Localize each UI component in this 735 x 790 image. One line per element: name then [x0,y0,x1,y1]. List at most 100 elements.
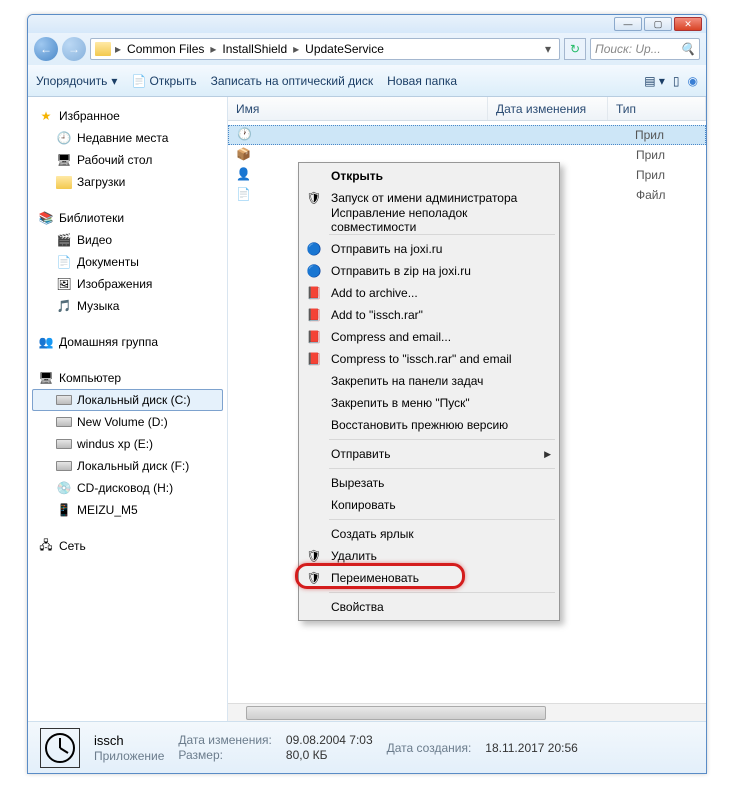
sidebar-item[interactable]: 🎵Музыка [32,295,223,317]
sidebar-item-drive-c[interactable]: Локальный диск (C:) [32,389,223,411]
computer-icon: 🖥 [38,370,54,386]
column-name[interactable]: Имя [228,97,488,120]
menu-item-label: Закрепить в меню "Пуск" [331,396,470,410]
computer-group[interactable]: 🖥Компьютер [32,367,223,389]
breadcrumb[interactable]: InstallShield [220,42,289,56]
app-icon: 📦 [236,147,252,163]
organize-menu[interactable]: Упорядочить ▾ [36,74,117,88]
rar-icon: 📕 [306,285,322,301]
drive-icon [56,436,72,452]
shield-icon: 🛡 [306,570,322,586]
menu-item[interactable]: Копировать [301,494,557,516]
sidebar-item[interactable]: windus xp (E:) [32,433,223,455]
rar-icon: 📕 [306,307,322,323]
cd-icon: 💿 [56,480,72,496]
menu-item[interactable]: 🔵 Отправить в zip на joxi.ru [301,260,557,282]
menu-item[interactable]: Закрепить на панели задач [301,370,557,392]
sidebar-item[interactable]: 🖼Изображения [32,273,223,295]
menu-item[interactable]: 🛡Удалить [301,545,557,567]
menu-item[interactable]: 📕 Add to "issch.rar" [301,304,557,326]
menu-item-label: Отправить на joxi.ru [331,242,442,256]
menu-item[interactable]: Исправление неполадок совместимости [301,209,557,231]
drive-icon [56,392,72,408]
menu-item-label: Add to "issch.rar" [331,308,423,322]
back-button[interactable]: ← [34,37,58,61]
menu-item-label: Копировать [331,498,396,512]
view-options-icon[interactable]: ▤ ▾ [644,74,665,88]
menu-item[interactable]: 🔵 Отправить на joxi.ru [301,238,557,260]
sidebar-item[interactable]: 💿CD-дисковод (H:) [32,477,223,499]
menu-item-label: Запуск от имени администратора [331,191,517,205]
search-placeholder: Поиск: Up... [595,42,661,56]
preview-pane-icon[interactable]: ▯ [673,74,680,88]
network-group[interactable]: 🖧Сеть [32,535,223,557]
context-menu: Открыть 🛡 Запуск от имени администратора Ис… [298,162,560,621]
chevron-right-icon: ▸ [291,42,301,56]
sidebar-item[interactable]: 📱MEIZU_M5 [32,499,223,521]
menu-item[interactable]: Открыть [301,165,557,187]
maximize-button[interactable]: ▢ [644,17,672,31]
pictures-icon: 🖼 [56,276,72,292]
details-filename: issch [94,733,164,748]
new-folder-button[interactable]: Новая папка [387,74,457,88]
address-bar[interactable]: ▸ Common Files ▸ InstallShield ▸ UpdateS… [90,38,560,60]
favorites-group[interactable]: ★Избранное [32,105,223,127]
joxi-icon: 🔵 [306,263,322,279]
homegroup-group[interactable]: 👥Домашняя группа [32,331,223,353]
joxi-icon: 🔵 [306,241,322,257]
column-date[interactable]: Дата изменения [488,97,608,120]
menu-item-label: Переименовать [331,571,419,585]
sidebar-item[interactable]: 🎬Видео [32,229,223,251]
app-icon: 👤 [236,167,252,183]
forward-button[interactable]: → [62,37,86,61]
breadcrumb[interactable]: UpdateService [303,42,386,56]
minimize-button[interactable]: — [614,17,642,31]
details-value: 18.11.2017 20:56 [485,741,578,755]
chevron-right-icon: ▸ [113,42,123,56]
details-label: Дата создания: [387,741,472,755]
column-headers: Имя Дата изменения Тип [228,97,706,121]
sidebar-item[interactable]: Локальный диск (F:) [32,455,223,477]
file-large-icon [40,728,80,768]
column-type[interactable]: Тип [608,97,706,120]
menu-item-label: Создать ярлык [331,527,414,541]
search-input[interactable]: Поиск: Up... 🔍 [590,38,700,60]
menu-item[interactable]: 📕Compress to "issch.rar" and email [301,348,557,370]
menu-item[interactable]: Отправить▶ [301,443,557,465]
menu-item-label: Закрепить на панели задач [331,374,483,388]
sidebar-item[interactable]: 📄Документы [32,251,223,273]
menu-item[interactable]: 📕 Add to archive... [301,282,557,304]
open-icon: 📄 [131,74,145,88]
file-row[interactable]: 🕐Прил [228,125,706,145]
details-pane: issch Приложение Дата изменения:09.08.20… [28,721,706,773]
sidebar-item[interactable]: New Volume (D:) [32,411,223,433]
sidebar-item[interactable]: 🖥Рабочий стол [32,149,223,171]
help-icon[interactable]: ◉ [688,74,698,88]
menu-item-label: Отправить в zip на joxi.ru [331,264,471,278]
menu-item-label: Add to archive... [331,286,418,300]
horizontal-scrollbar[interactable] [228,703,706,721]
phone-icon: 📱 [56,502,72,518]
menu-item[interactable]: Восстановить прежнюю версию [301,414,557,436]
scrollbar-thumb[interactable] [246,706,546,720]
refresh-button[interactable]: ↻ [564,38,586,60]
chevron-down-icon[interactable]: ▾ [541,42,555,56]
chevron-right-icon: ▸ [208,42,218,56]
menu-item[interactable]: 🛡 Переименовать [301,567,557,589]
menu-item[interactable]: Закрепить в меню "Пуск" [301,392,557,414]
details-label: Дата изменения: [178,733,272,747]
sidebar-item[interactable]: 🕘Недавние места [32,127,223,149]
sidebar-item[interactable]: Загрузки [32,171,223,193]
toolbar: Упорядочить ▾ 📄Открыть Записать на оптич… [28,65,706,97]
homegroup-icon: 👥 [38,334,54,350]
libraries-group[interactable]: 📚Библиотеки [32,207,223,229]
burn-button[interactable]: Записать на оптический диск [211,74,374,88]
documents-icon: 📄 [56,254,72,270]
breadcrumb[interactable]: Common Files [125,42,206,56]
menu-item[interactable]: Создать ярлык [301,523,557,545]
close-button[interactable]: ✕ [674,17,702,31]
menu-item[interactable]: 📕Compress and email... [301,326,557,348]
open-button[interactable]: 📄Открыть [131,74,196,88]
menu-item[interactable]: Вырезать [301,472,557,494]
menu-item[interactable]: Свойства [301,596,557,618]
